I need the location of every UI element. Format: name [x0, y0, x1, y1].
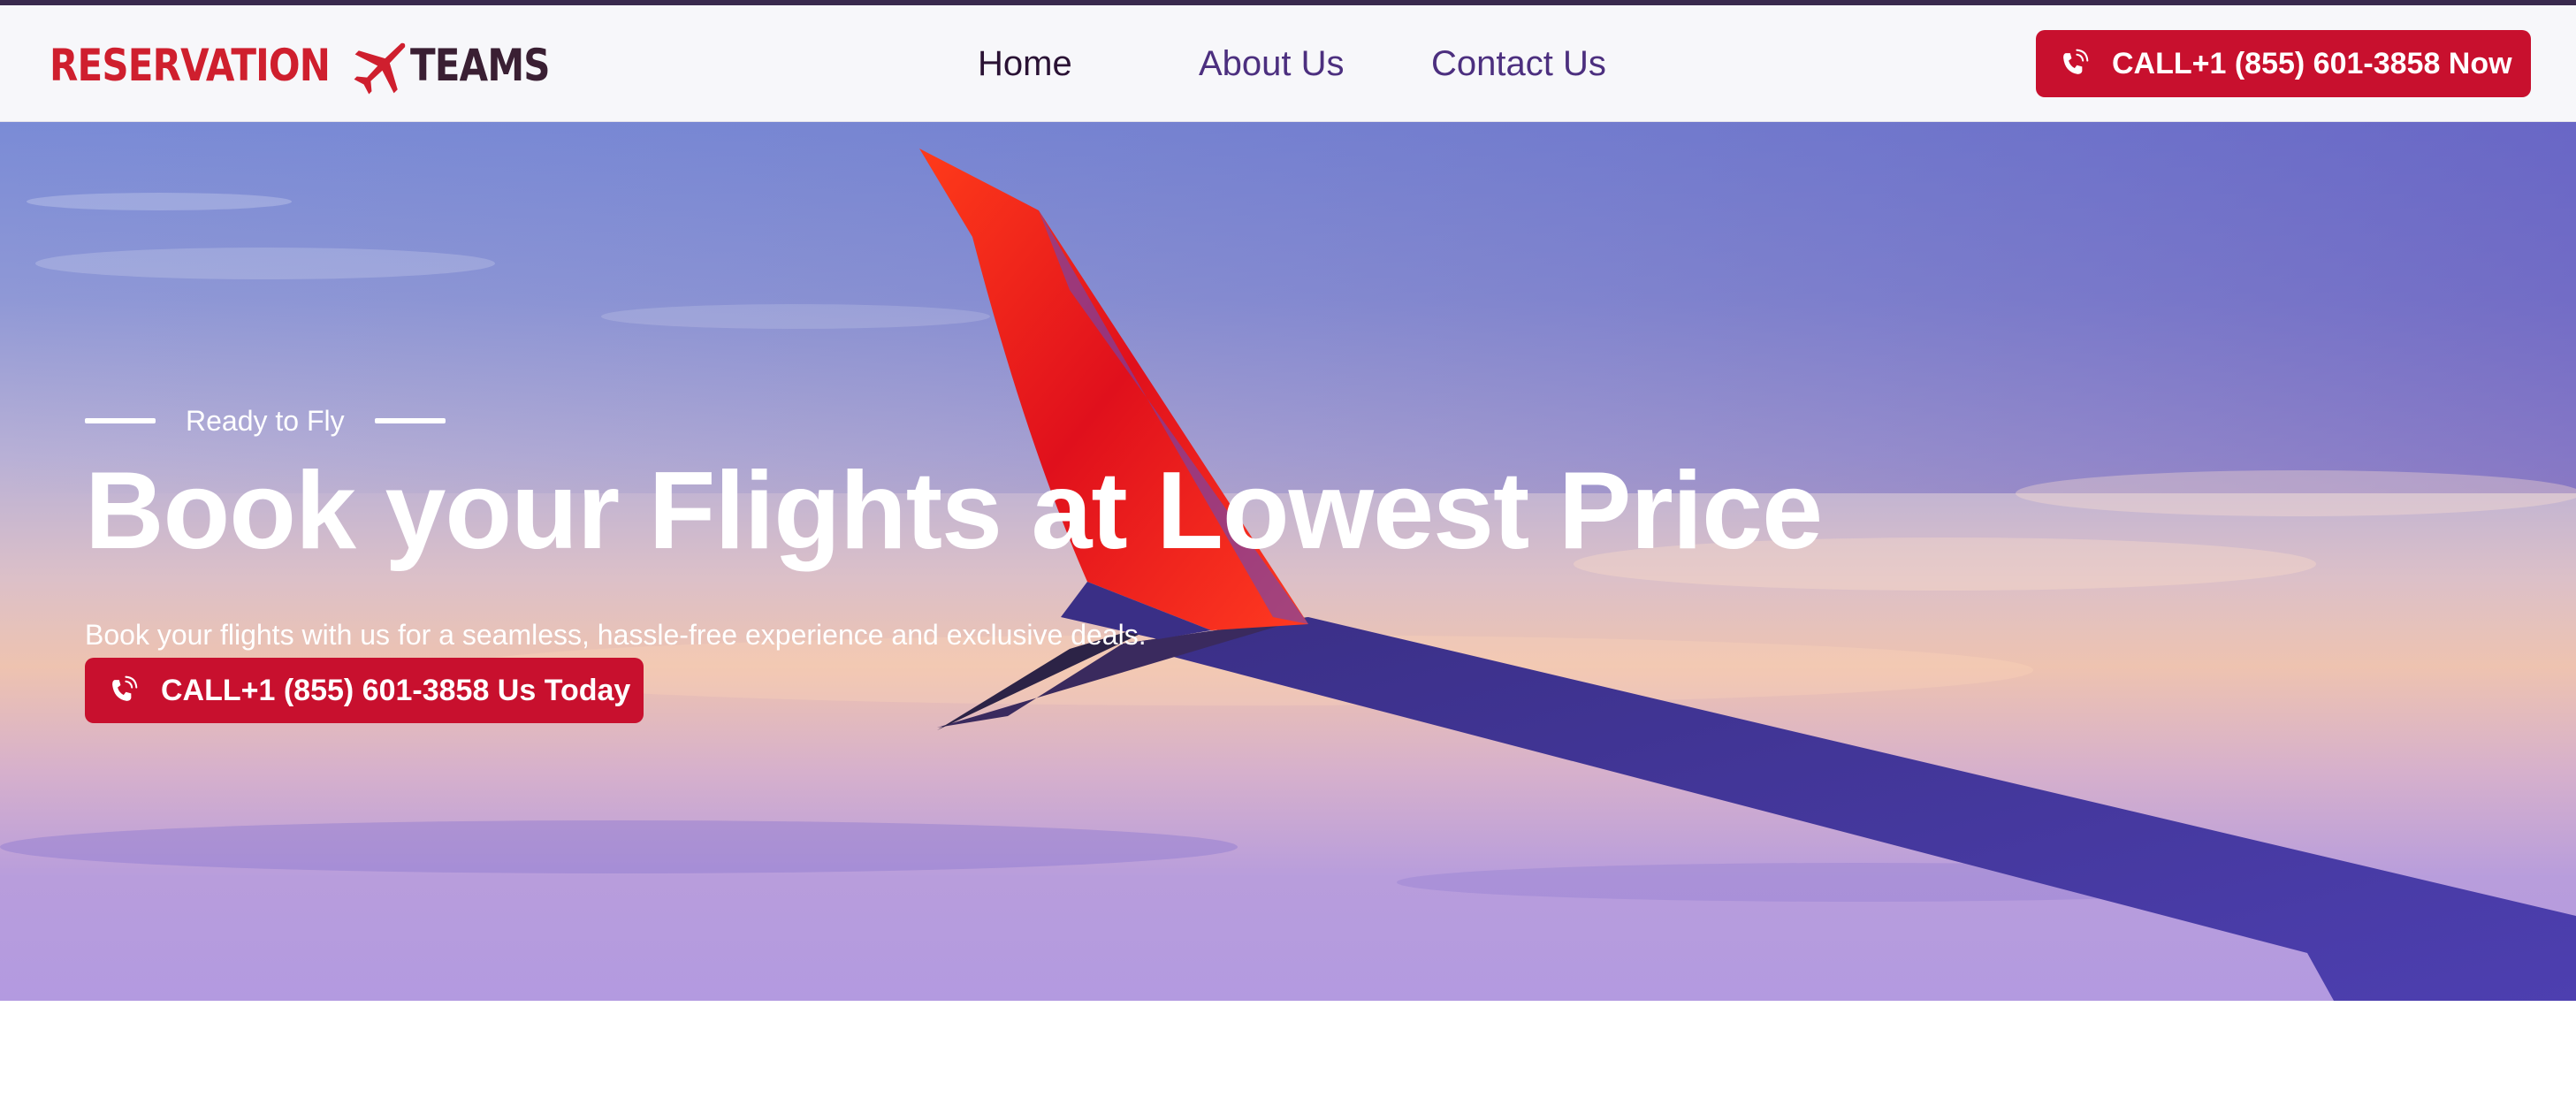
- hero-call-button[interactable]: CALL+1 (855) 601-3858 Us Today: [85, 658, 644, 723]
- header-call-button[interactable]: CALL+1 (855) 601-3858 Now: [2036, 30, 2531, 97]
- eyebrow-text: Ready to Fly: [186, 404, 345, 437]
- eyebrow-rule-left: [85, 418, 156, 423]
- header-call-label: CALL+1 (855) 601-3858 Now: [2112, 46, 2512, 80]
- hero-title: Book your Flights at Lowest Price: [85, 450, 1823, 572]
- hero-eyebrow: Ready to Fly: [85, 403, 446, 438]
- airplane-icon: [354, 42, 405, 95]
- site-logo[interactable]: RESERVATION TEAMS: [50, 30, 575, 101]
- hero-subtitle: Book your flights with us for a seamless…: [85, 619, 1147, 651]
- eyebrow-rule-right: [374, 418, 446, 423]
- logo-word-reservation: RESERVATION: [50, 40, 331, 91]
- nav-contact-us[interactable]: Contact Us: [1431, 44, 1606, 83]
- hero-call-label: CALL+1 (855) 601-3858 Us Today: [161, 673, 631, 707]
- phone-icon: [2063, 49, 2089, 74]
- nav-about-us[interactable]: About Us: [1199, 44, 1345, 83]
- site-header: RESERVATION TEAMS Home About Us Contact …: [0, 5, 2576, 122]
- logo-word-teams: TEAMS: [409, 40, 551, 91]
- hero-section: Ready to Fly Book your Flights at Lowest…: [0, 122, 2576, 1001]
- phone-icon: [112, 675, 138, 701]
- nav-home[interactable]: Home: [978, 44, 1072, 83]
